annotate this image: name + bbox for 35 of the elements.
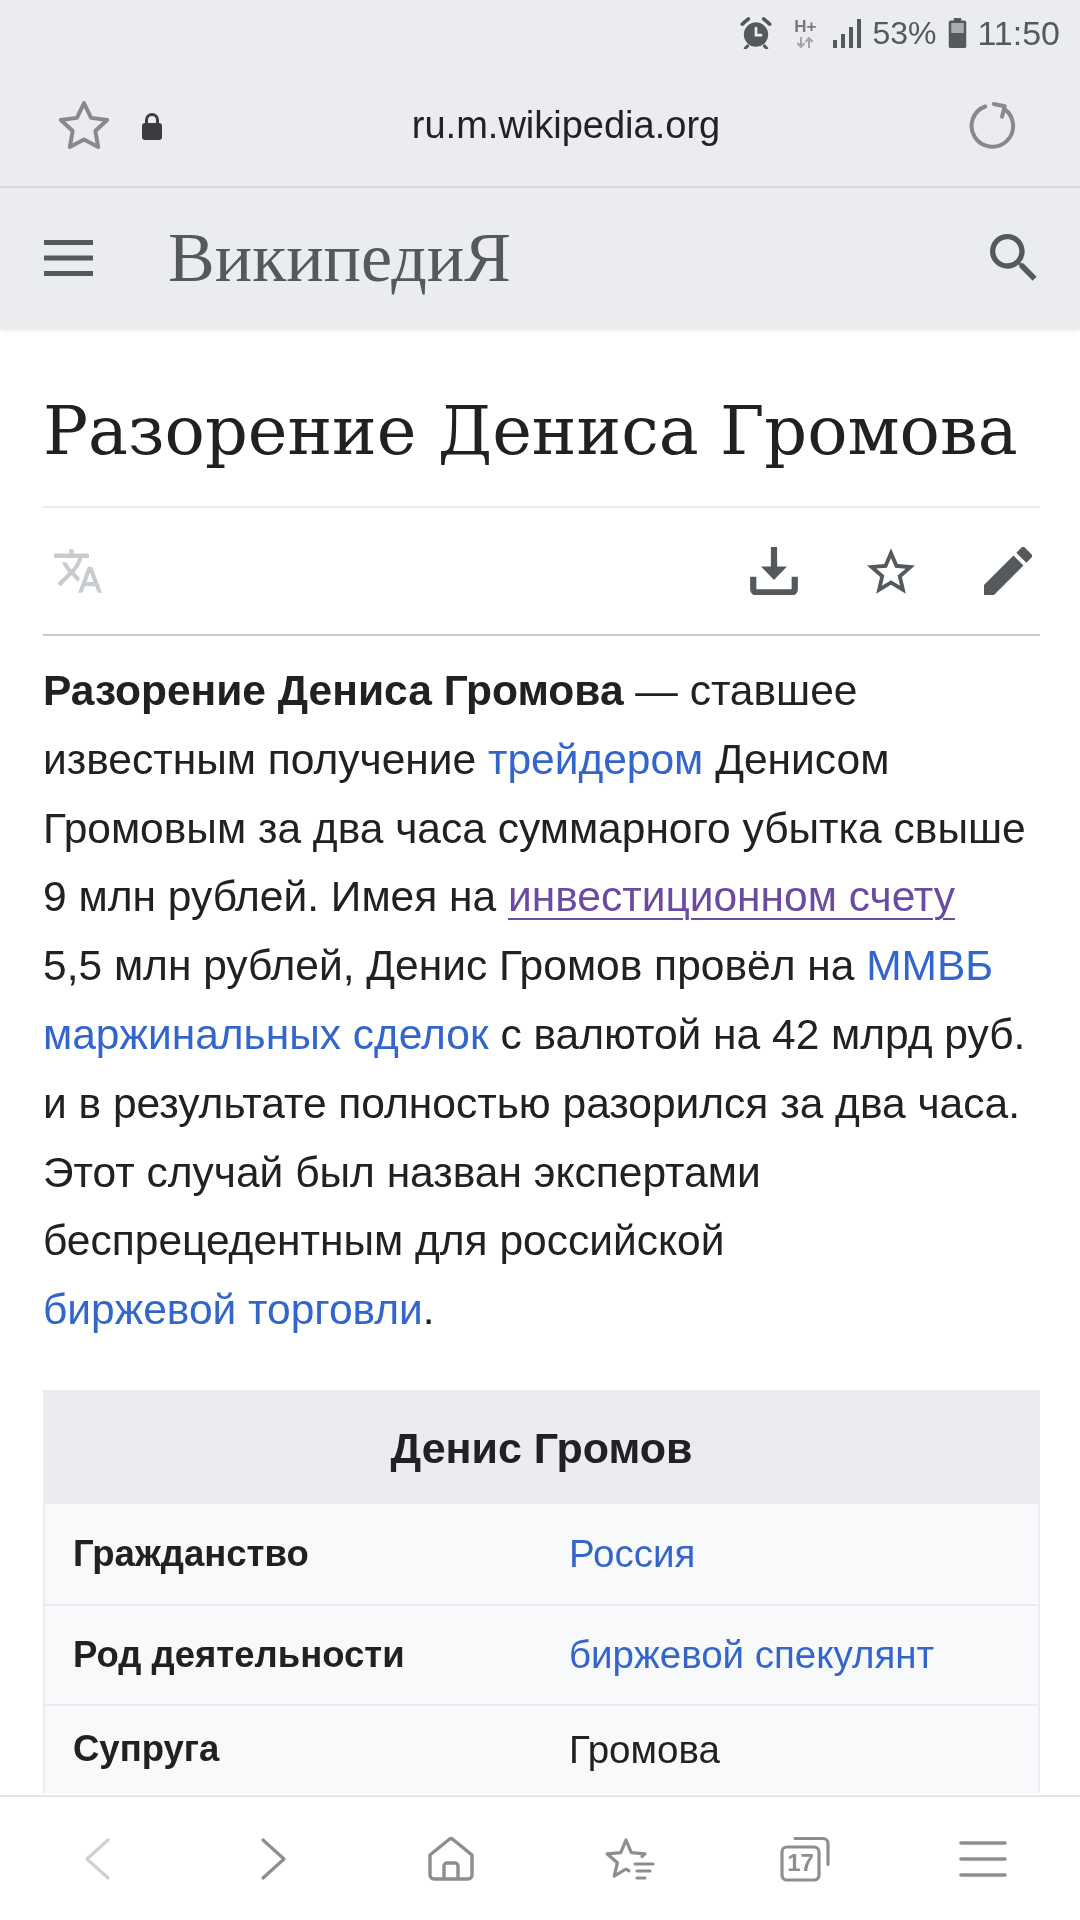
- search-icon[interactable]: [990, 234, 1038, 282]
- link[interactable]: биржевой торговли: [43, 1286, 423, 1334]
- home-icon: [427, 1835, 476, 1882]
- download-icon: [750, 547, 798, 595]
- link[interactable]: маржинальных сделок: [43, 1011, 489, 1058]
- link[interactable]: ММВБ: [866, 942, 994, 990]
- infobox-link[interactable]: Россия: [569, 1525, 696, 1583]
- tabs-icon: [779, 1834, 833, 1883]
- article-title: Разорение Дениса Громова: [43, 391, 1019, 472]
- data-arrows-icon: [796, 36, 815, 48]
- battery-percent: 53%: [872, 16, 937, 49]
- alarm-icon: [740, 16, 773, 49]
- address-text[interactable]: ru.m.wikipedia.org: [411, 97, 721, 154]
- infobox-label: Супруга: [73, 1728, 220, 1770]
- clock-time: 11:50: [977, 15, 1060, 50]
- infobox-link[interactable]: биржевой спекулянт: [569, 1626, 935, 1684]
- link[interactable]: трейдером: [487, 735, 704, 783]
- infobox-value: Громова: [569, 1726, 720, 1773]
- infobox-label: Гражданство: [73, 1532, 309, 1574]
- battery-icon: [948, 17, 968, 48]
- menu-icon[interactable]: [44, 240, 93, 276]
- intro-paragraph: Разорение Дениса Громова — ставшее известным получение трейдером Денисом Громовым за два часа суммарного убытка свыше 9 млн рублей. Имея на инвестиционном счету 5,5 млн рублей, Денис Громов провёл на ММВБ маржинальных сделок с валютой на 42 млрд руб. и в результате полностью разорился за два часа. Этот случай был назван экспертами беспрецедентным для российской биржевой торговли.: [43, 666, 1027, 1336]
- translate-icon: [54, 547, 102, 595]
- infobox-title: Денис Громов: [45, 1391, 1038, 1504]
- signal-icon: [832, 17, 863, 48]
- tabs-button[interactable]: 17: [775, 1830, 837, 1887]
- infobox-label: Род деятельности: [73, 1633, 405, 1675]
- lock-icon: [141, 111, 163, 140]
- network-type: H+: [794, 17, 817, 35]
- star-icon[interactable]: [59, 100, 109, 151]
- link[interactable]: инвестиционном счету: [508, 873, 956, 921]
- menu-icon: [958, 1838, 1009, 1879]
- pencil-icon: [984, 547, 1032, 595]
- star-icon: [867, 547, 915, 595]
- site-logo[interactable]: ВикипедиЯ: [168, 223, 511, 293]
